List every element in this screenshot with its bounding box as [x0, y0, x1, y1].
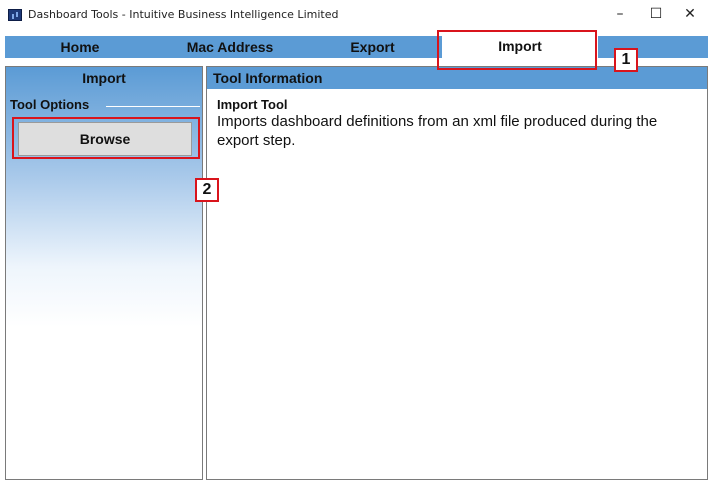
callout-number-1: 1 [614, 48, 638, 72]
tool-name-label: Import Tool [217, 97, 288, 112]
close-button[interactable]: ✕ [672, 2, 708, 26]
callout-box-import-tab [437, 30, 597, 70]
tool-description: Imports dashboard definitions from an xm… [217, 113, 658, 149]
callout-number-2: 2 [195, 178, 219, 202]
title-bar: Dashboard Tools - Intuitive Business Int… [0, 0, 708, 28]
tab-mac-address[interactable]: Mac Address [155, 36, 305, 58]
callout-box-browse [12, 117, 200, 159]
maximize-button[interactable]: ☐ [638, 2, 674, 26]
section-divider [106, 106, 200, 107]
window-title: Dashboard Tools - Intuitive Business Int… [28, 8, 339, 21]
tab-export[interactable]: Export [305, 36, 440, 58]
left-panel-header: Import [82, 70, 126, 86]
tab-home[interactable]: Home [5, 36, 155, 58]
app-icon [8, 9, 22, 21]
main-tab-bar: Home Mac Address Export Import [5, 30, 708, 58]
tool-information-panel: Tool Information Import Tool Imports das… [206, 66, 708, 480]
tool-options-label: Tool Options [10, 97, 90, 112]
minimize-button[interactable]: – [602, 2, 638, 26]
